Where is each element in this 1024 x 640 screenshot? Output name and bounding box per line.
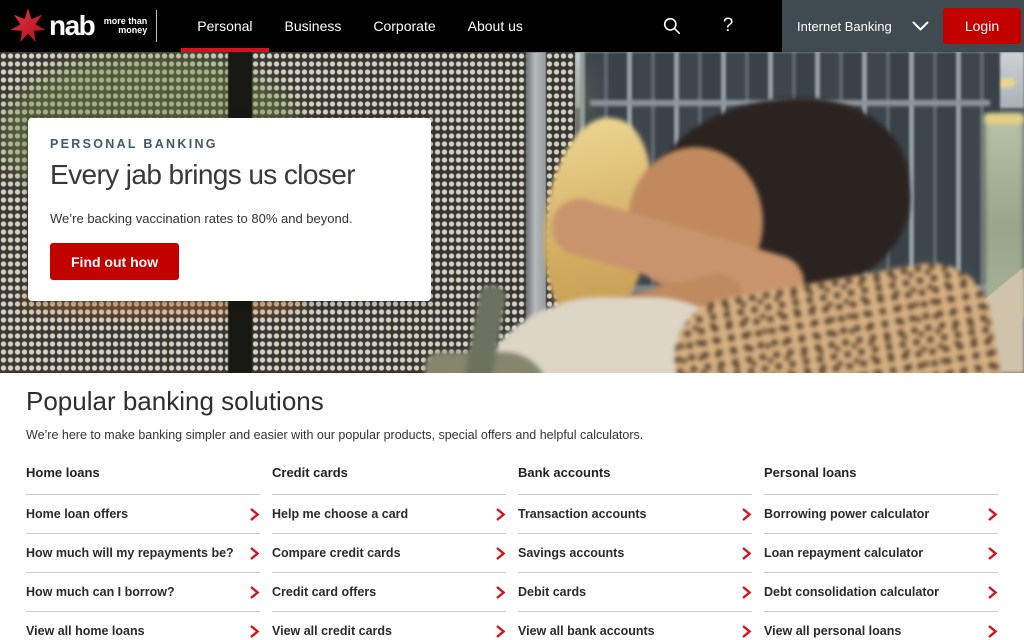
chevron-right-icon xyxy=(495,585,506,600)
link-view-all-bank-accounts[interactable]: View all bank accounts xyxy=(518,612,752,640)
find-out-how-button[interactable]: Find out how xyxy=(50,243,179,280)
chevron-right-icon xyxy=(249,546,260,561)
link-view-all-credit-cards[interactable]: View all credit cards xyxy=(272,612,506,640)
link-help-me-choose-a-card[interactable]: Help me choose a card xyxy=(272,495,506,534)
link-transaction-accounts[interactable]: Transaction accounts xyxy=(518,495,752,534)
login-button[interactable]: Login xyxy=(943,8,1021,44)
section-title: Popular banking solutions xyxy=(26,386,998,417)
chevron-right-icon xyxy=(741,624,752,639)
nav-item-corporate[interactable]: Corporate xyxy=(357,0,451,52)
section-subtitle: We’re here to make banking simpler and e… xyxy=(26,428,998,442)
nav-item-about-us[interactable]: About us xyxy=(452,0,539,52)
link-debit-cards[interactable]: Debit cards xyxy=(518,573,752,612)
hero-body-text: We’re backing vaccination rates to 80% a… xyxy=(50,211,409,226)
chevron-right-icon xyxy=(741,585,752,600)
column-title: Credit cards xyxy=(272,465,506,495)
search-icon[interactable] xyxy=(660,14,684,38)
column-credit-cards: Credit cards Help me choose a card Compa… xyxy=(272,465,506,640)
nab-homepage: nab more than money Personal Business Co… xyxy=(0,0,1024,640)
internet-banking-label[interactable]: Internet Banking xyxy=(797,19,892,34)
nab-logo[interactable]: nab more than money xyxy=(0,0,157,52)
hero-headline: Every jab brings us closer xyxy=(50,159,409,191)
column-personal-loans: Personal loans Borrowing power calculato… xyxy=(764,465,998,640)
link-credit-card-offers[interactable]: Credit card offers xyxy=(272,573,506,612)
column-title: Home loans xyxy=(26,465,260,495)
help-icon[interactable]: ? xyxy=(716,14,740,38)
primary-nav: Personal Business Corporate About us xyxy=(181,0,539,52)
chevron-right-icon xyxy=(495,546,506,561)
popular-banking-solutions-section: Popular banking solutions We’re here to … xyxy=(0,373,1024,640)
link-view-all-home-loans[interactable]: View all home loans xyxy=(26,612,260,640)
hero-eyebrow: PERSONAL BANKING xyxy=(50,137,409,151)
chevron-right-icon xyxy=(987,546,998,561)
solution-columns: Home loans Home loan offers How much wil… xyxy=(26,465,998,640)
chevron-right-icon xyxy=(987,507,998,522)
column-title: Bank accounts xyxy=(518,465,752,495)
link-loan-repayment-calculator[interactable]: Loan repayment calculator xyxy=(764,534,998,573)
hero-banner: PERSONAL BANKING Every jab brings us clo… xyxy=(0,52,1024,373)
chevron-down-icon[interactable] xyxy=(912,21,929,32)
nav-item-business[interactable]: Business xyxy=(269,0,358,52)
chevron-right-icon xyxy=(249,585,260,600)
photo-light xyxy=(985,114,1023,124)
link-savings-accounts[interactable]: Savings accounts xyxy=(518,534,752,573)
link-debt-consolidation-calculator[interactable]: Debt consolidation calculator xyxy=(764,573,998,612)
nab-star-icon xyxy=(10,8,46,44)
nav-item-personal[interactable]: Personal xyxy=(181,0,268,52)
nab-wordmark: nab xyxy=(49,12,94,40)
column-title: Personal loans xyxy=(764,465,998,495)
chevron-right-icon xyxy=(495,624,506,639)
logo-divider xyxy=(156,10,157,42)
chevron-right-icon xyxy=(987,585,998,600)
chevron-right-icon xyxy=(741,507,752,522)
top-nav-bar: nab more than money Personal Business Co… xyxy=(0,0,1024,52)
chevron-right-icon xyxy=(495,507,506,522)
chevron-right-icon xyxy=(249,624,260,639)
column-bank-accounts: Bank accounts Transaction accounts Savin… xyxy=(518,465,752,640)
chevron-right-icon xyxy=(987,624,998,639)
header-icons: ? xyxy=(660,0,782,52)
link-borrowing-power-calculator[interactable]: Borrowing power calculator xyxy=(764,495,998,534)
chevron-right-icon xyxy=(249,507,260,522)
link-repayments-calculator[interactable]: How much will my repayments be? xyxy=(26,534,260,573)
chevron-right-icon xyxy=(741,546,752,561)
link-compare-credit-cards[interactable]: Compare credit cards xyxy=(272,534,506,573)
link-home-loan-offers[interactable]: Home loan offers xyxy=(26,495,260,534)
internet-banking-menu: Internet Banking Login xyxy=(782,0,1024,52)
column-home-loans: Home loans Home loan offers How much wil… xyxy=(26,465,260,640)
nab-tagline: more than money xyxy=(101,17,147,36)
link-view-all-personal-loans[interactable]: View all personal loans xyxy=(764,612,998,640)
link-how-much-can-i-borrow[interactable]: How much can I borrow? xyxy=(26,573,260,612)
hero-card: PERSONAL BANKING Every jab brings us clo… xyxy=(28,118,431,301)
